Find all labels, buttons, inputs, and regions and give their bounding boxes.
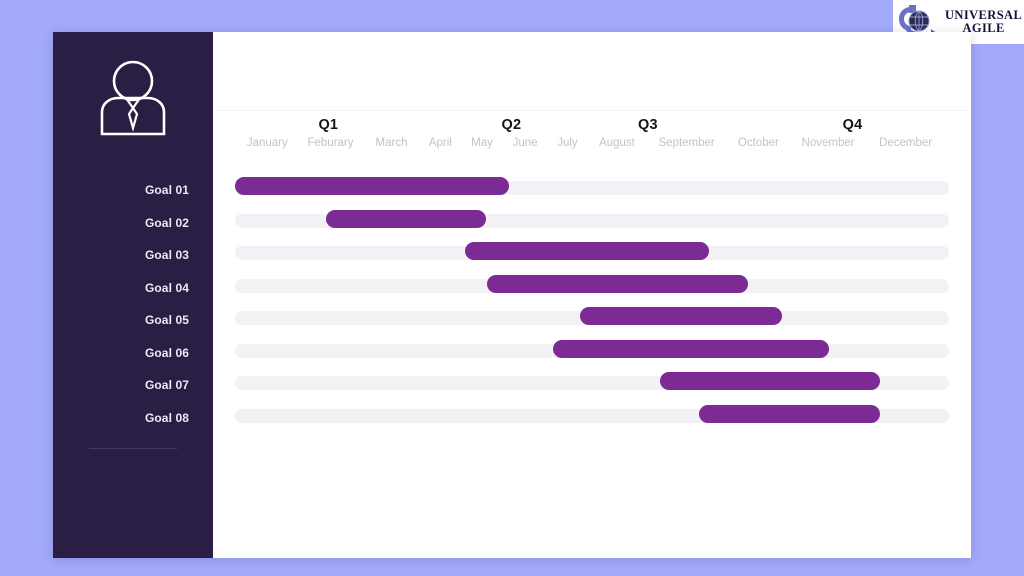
gantt-row <box>235 208 949 241</box>
month-label: November <box>801 137 855 149</box>
gantt-row <box>235 370 949 403</box>
month-label: July <box>557 137 578 149</box>
brand-name-line1: UNIVERSAL™ <box>945 8 1024 22</box>
sidebar-divider <box>89 448 177 449</box>
gantt-row <box>235 305 949 338</box>
goal-label[interactable]: Goal 01 <box>53 174 189 207</box>
gantt-row <box>235 273 949 306</box>
gantt-row <box>235 240 949 273</box>
quarter-label: Q4 <box>842 117 863 133</box>
goal-label[interactable]: Goal 03 <box>53 239 189 272</box>
goal-label[interactable]: Goal 05 <box>53 304 189 337</box>
goal-label[interactable]: Goal 04 <box>53 272 189 305</box>
month-label: September <box>658 137 715 149</box>
gantt-bar[interactable] <box>579 307 782 325</box>
person-avatar-icon <box>100 60 166 136</box>
month-label: June <box>512 137 538 149</box>
gantt-row <box>235 403 949 436</box>
month-label: August <box>599 137 635 149</box>
goal-label[interactable]: Goal 08 <box>53 402 189 435</box>
quarter-label: Q2 <box>501 117 522 133</box>
quarter-label: Q3 <box>637 117 658 133</box>
timeline-header: Q1 Q2 Q3 Q4 January Feburary March April… <box>235 111 953 165</box>
month-label: March <box>375 137 408 149</box>
gantt-chart <box>235 175 949 435</box>
gantt-card: Goal 01 Goal 02 Goal 03 Goal 04 Goal 05 … <box>53 32 971 558</box>
main-panel: Q1 Q2 Q3 Q4 January Feburary March April… <box>213 32 971 558</box>
month-label: January <box>246 137 288 149</box>
sidebar: Goal 01 Goal 02 Goal 03 Goal 04 Goal 05 … <box>53 32 213 558</box>
quarter-row: Q1 Q2 Q3 Q4 <box>235 111 953 137</box>
gantt-bar[interactable] <box>487 274 748 293</box>
quarter-label: Q1 <box>318 117 339 133</box>
month-label: April <box>428 137 452 149</box>
goal-label[interactable]: Goal 06 <box>53 337 189 370</box>
month-label: December <box>879 137 933 149</box>
gantt-bar[interactable] <box>659 372 881 390</box>
gantt-bar[interactable] <box>699 404 881 423</box>
goal-label[interactable]: Goal 02 <box>53 207 189 240</box>
goal-label[interactable]: Goal 07 <box>53 369 189 402</box>
gantt-row <box>235 175 949 208</box>
month-label: October <box>737 137 779 149</box>
month-label: May <box>471 137 493 149</box>
month-row: January Feburary March April May June Ju… <box>235 137 953 159</box>
gantt-bar[interactable] <box>464 242 710 260</box>
gantt-bar[interactable] <box>235 177 510 195</box>
gantt-row <box>235 338 949 371</box>
gantt-bar[interactable] <box>552 339 830 358</box>
month-label: Feburary <box>307 137 354 149</box>
gantt-bar[interactable] <box>326 209 487 228</box>
goal-list: Goal 01 Goal 02 Goal 03 Goal 04 Goal 05 … <box>53 174 213 434</box>
